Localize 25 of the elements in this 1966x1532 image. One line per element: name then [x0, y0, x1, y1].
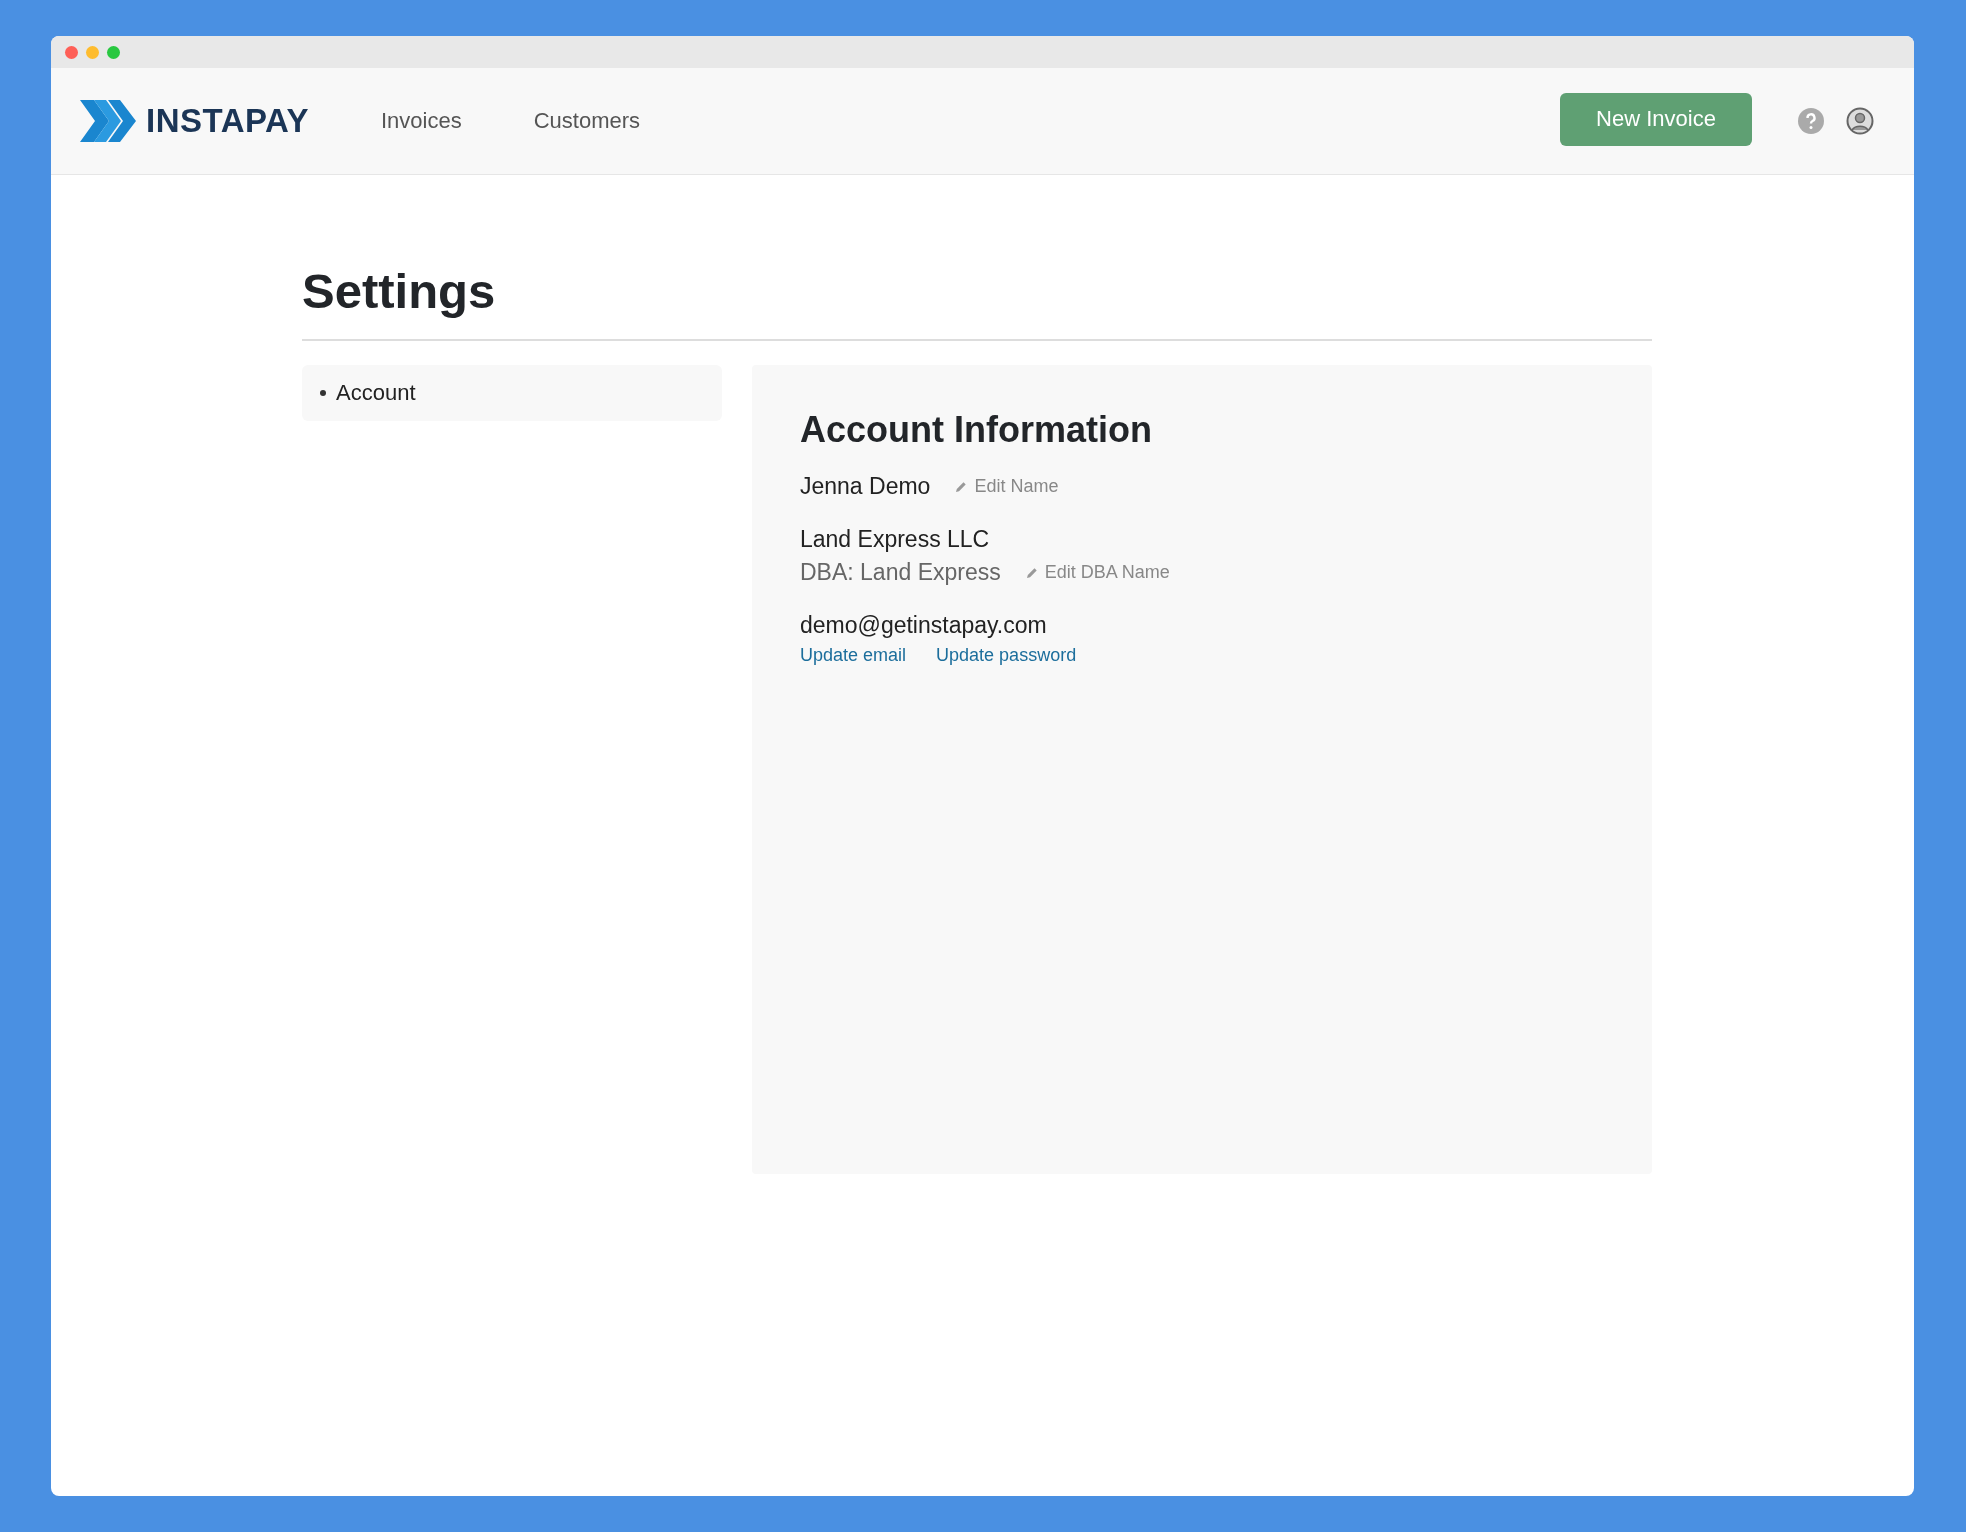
nav-link[interactable]: Invoices [380, 108, 462, 134]
brand-name: INSTAPAY [146, 102, 309, 140]
edit-dba-link[interactable]: Edit DBA Name [1024, 562, 1170, 583]
account-link[interactable]: Update password [936, 645, 1077, 666]
chevrons-logo-icon [80, 100, 136, 142]
sidebar-item[interactable]: Account [320, 380, 416, 406]
company-name: Land Express LLC [800, 526, 990, 552]
help-icon[interactable] [1798, 108, 1824, 134]
new-invoice-button[interactable]: New Invoice [1560, 92, 1752, 146]
section-heading: Account Information [800, 409, 1153, 451]
user-avatar-icon[interactable] [1846, 107, 1874, 135]
page-title: Settings [302, 263, 1652, 341]
edit-name-link[interactable]: Edit Name [954, 476, 1059, 497]
close-dot[interactable] [65, 45, 78, 59]
minimize-dot[interactable] [86, 45, 99, 59]
pencil-icon [954, 479, 969, 494]
sidebar-item-label: Account [336, 380, 416, 406]
dba-name: DBA: Land Express [800, 559, 1001, 586]
account-link[interactable]: Update email [800, 645, 907, 666]
nav-link[interactable]: Customers [533, 108, 640, 134]
user-name: Jenna Demo [800, 473, 931, 500]
pencil-icon [1024, 565, 1039, 580]
bullet-icon [320, 390, 326, 396]
maximize-dot[interactable] [107, 45, 120, 59]
email-address: demo@getinstapay.com [800, 612, 1047, 638]
